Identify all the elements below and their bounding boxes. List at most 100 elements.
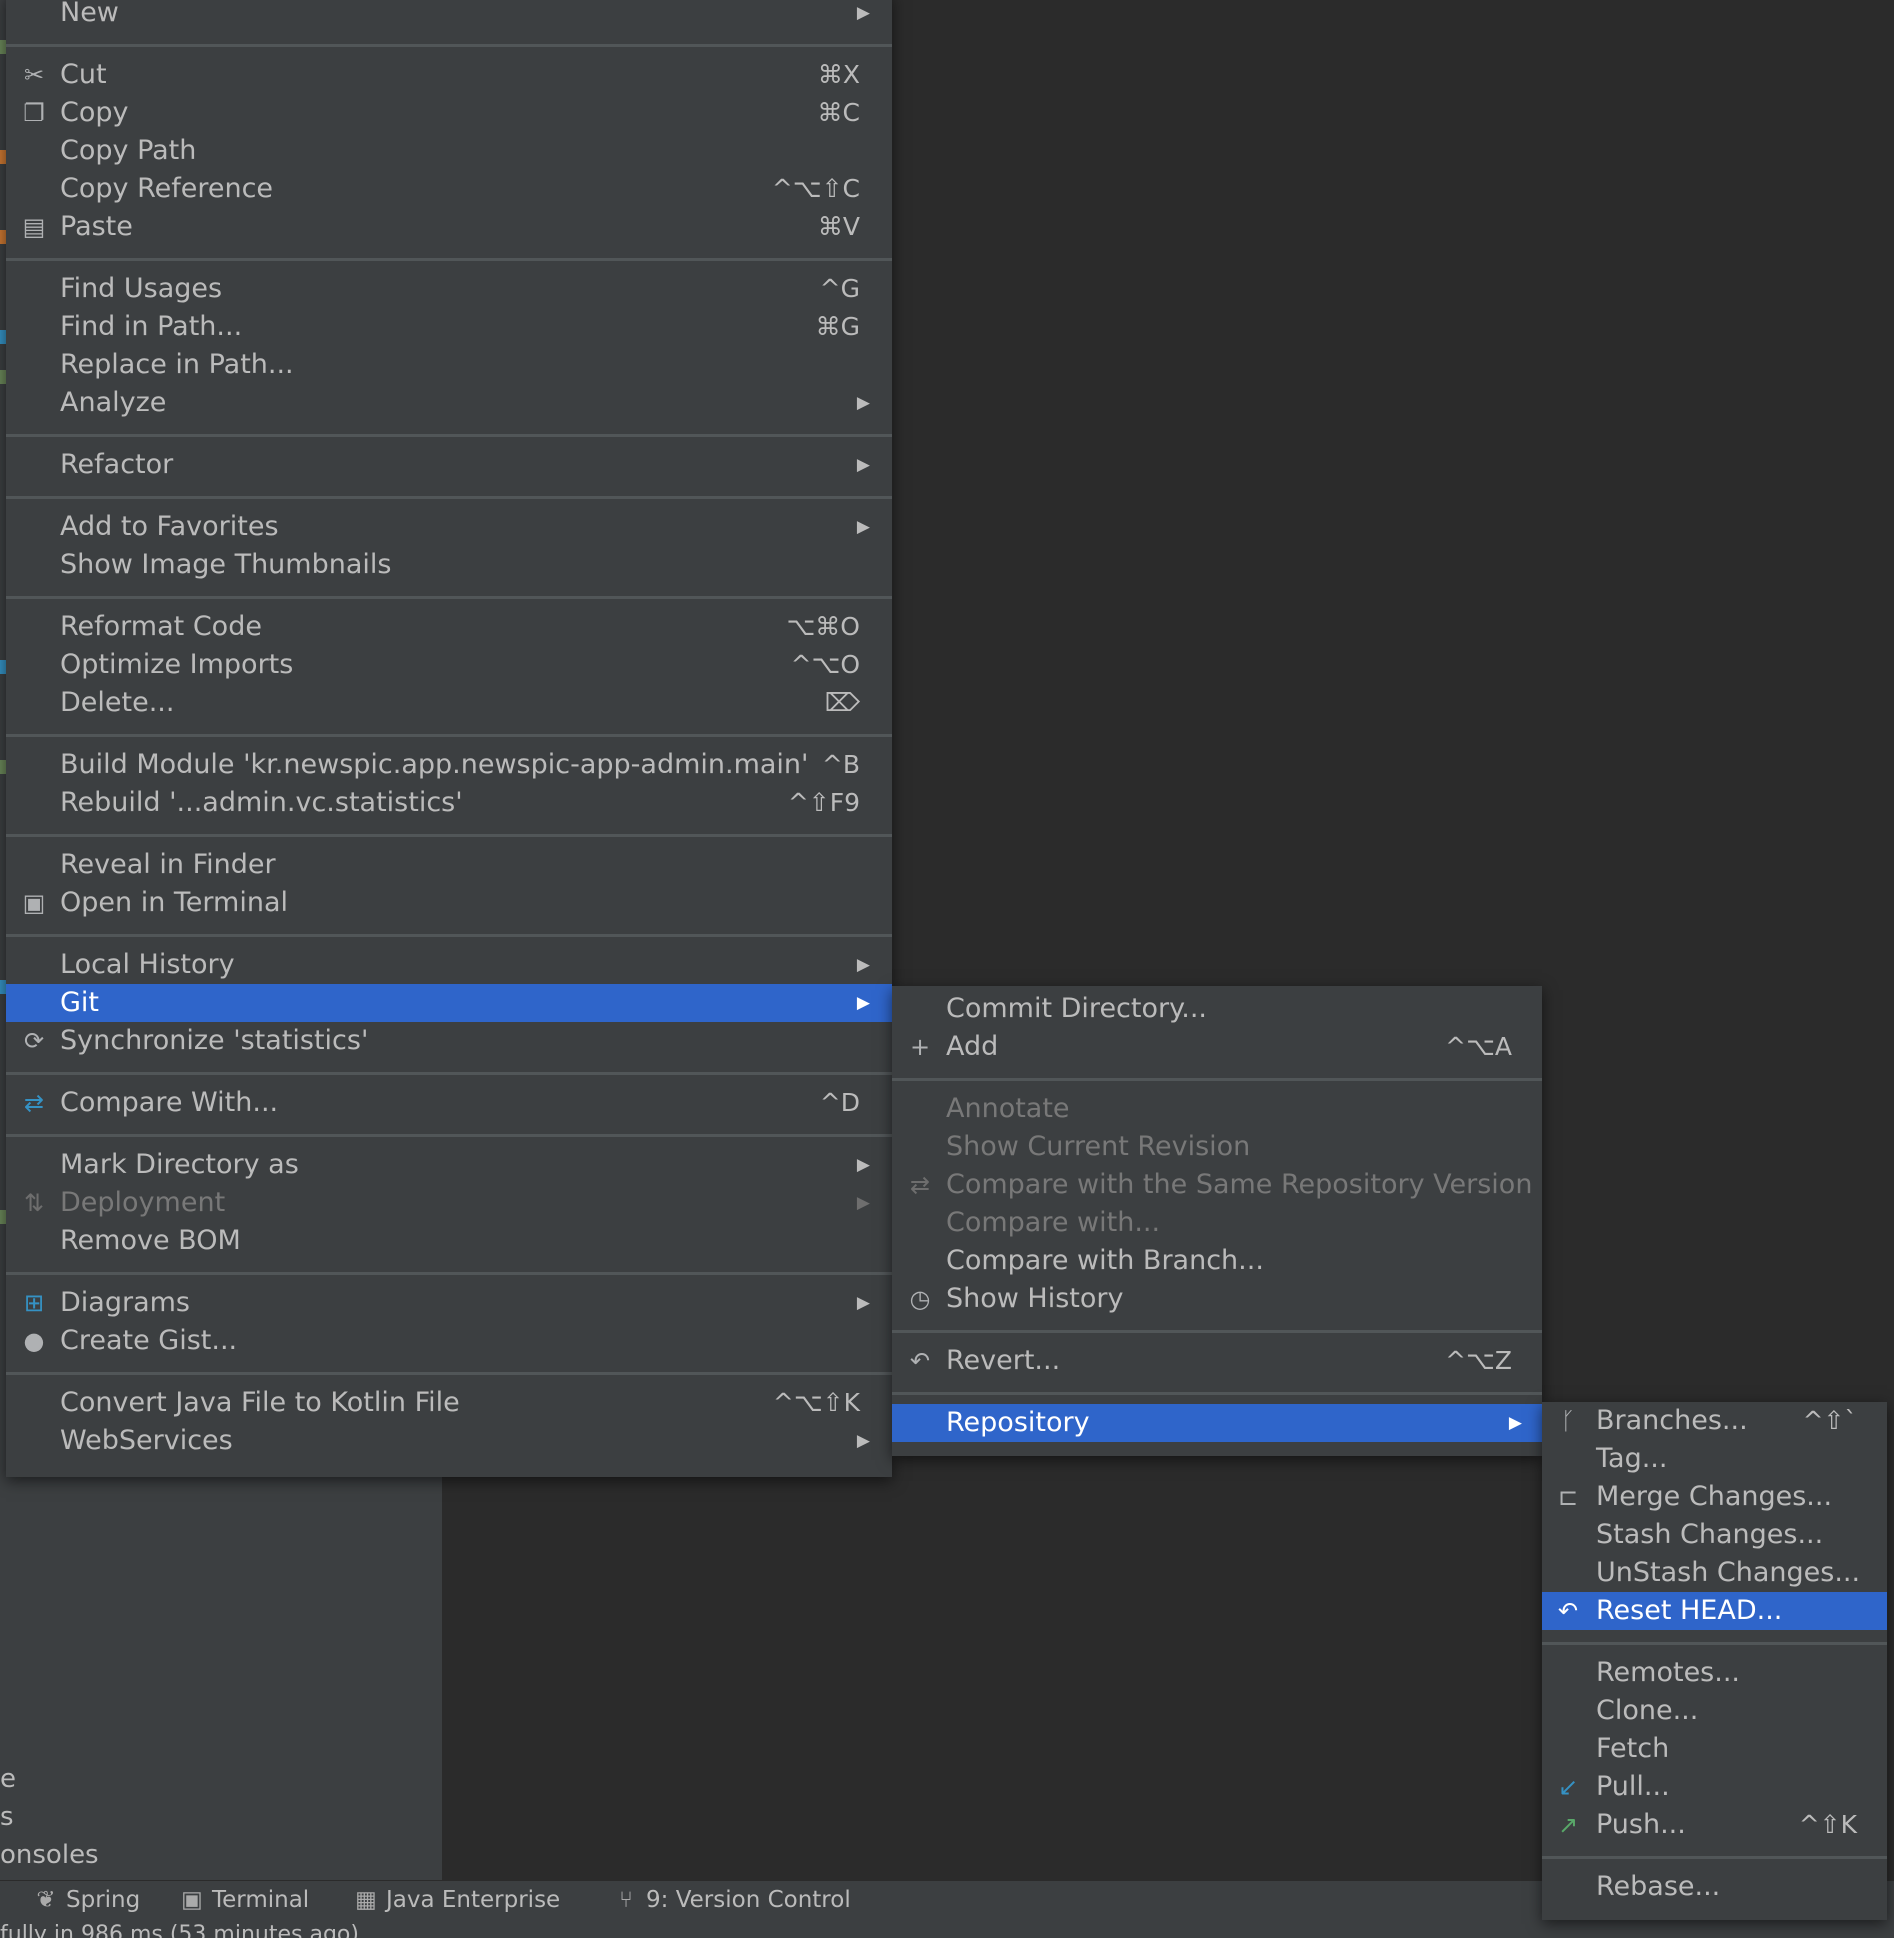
tool-window-version-control[interactable]: ⑂ 9: Version Control bbox=[614, 1881, 851, 1919]
menu-item-find-usages[interactable]: Find Usages ^G bbox=[6, 270, 892, 308]
menu-item-optimize-imports[interactable]: Optimize Imports ^⌥O bbox=[6, 646, 892, 684]
menu-item-label: Git bbox=[60, 987, 100, 1018]
menu-item-label: Build Module 'kr.newspic.app.newspic-app… bbox=[60, 749, 809, 780]
menu-item-label: Deployment bbox=[60, 1187, 226, 1218]
java-enterprise-icon: ▦ bbox=[355, 1887, 377, 1913]
branch-icon: ᚴ bbox=[1560, 1407, 1576, 1435]
menu-item-repository[interactable]: Repository ▶ bbox=[892, 1404, 1542, 1442]
menu-item-remotes[interactable]: Remotes... bbox=[1542, 1654, 1887, 1692]
submenu-arrow-icon: ▶ bbox=[856, 455, 870, 475]
menu-item-stash-changes[interactable]: Stash Changes... bbox=[1542, 1516, 1887, 1554]
menu-item-compare-with-branch[interactable]: Compare with Branch... bbox=[892, 1242, 1542, 1280]
menu-item-git[interactable]: Git ▶ bbox=[6, 984, 892, 1022]
tool-window-terminal[interactable]: ▣ Terminal bbox=[180, 1881, 309, 1919]
menu-item-rebuild[interactable]: Rebuild '...admin.vc.statistics' ^⇧F9 bbox=[6, 784, 892, 822]
menu-item-label: New bbox=[60, 0, 119, 28]
menu-separator bbox=[6, 834, 892, 837]
menu-item-remove-bom[interactable]: Remove BOM bbox=[6, 1222, 892, 1260]
menu-item-rebase[interactable]: Rebase... bbox=[1542, 1868, 1887, 1906]
reset-icon: ↶ bbox=[1557, 1597, 1579, 1625]
menu-item-replace-in-path[interactable]: Replace in Path... bbox=[6, 346, 892, 384]
menu-item-branches[interactable]: ᚴ Branches... ^⇧` bbox=[1542, 1402, 1887, 1440]
menu-item-shortcut: ^⌥O bbox=[790, 650, 860, 679]
menu-item-compare-with[interactable]: ⇄ Compare With... ^D bbox=[6, 1084, 892, 1122]
menu-item-label: Pull... bbox=[1596, 1771, 1670, 1802]
menu-item-label: Tag... bbox=[1596, 1443, 1668, 1474]
menu-item-clone[interactable]: Clone... bbox=[1542, 1692, 1887, 1730]
menu-item-unstash-changes[interactable]: UnStash Changes... bbox=[1542, 1554, 1887, 1592]
menu-item-build-module[interactable]: Build Module 'kr.newspic.app.newspic-app… bbox=[6, 746, 892, 784]
menu-item-find-in-path[interactable]: Find in Path... ⌘G bbox=[6, 308, 892, 346]
menu-item-reset-head[interactable]: ↶ Reset HEAD... bbox=[1542, 1592, 1887, 1630]
menu-item-show-history[interactable]: ◷ Show History bbox=[892, 1280, 1542, 1318]
menu-item-deployment[interactable]: ⇅ Deployment ▶ bbox=[6, 1184, 892, 1222]
menu-item-cut[interactable]: ✂ Cut ⌘X bbox=[6, 56, 892, 94]
menu-item-push[interactable]: ↗ Push... ^⇧K bbox=[1542, 1806, 1887, 1844]
menu-item-pull[interactable]: ↙ Pull... bbox=[1542, 1768, 1887, 1806]
tree-fragment[interactable]: e bbox=[0, 1760, 120, 1798]
github-icon: ● bbox=[23, 1327, 45, 1355]
menu-item-label: Synchronize 'statistics' bbox=[60, 1025, 369, 1056]
menu-item-label: Repository bbox=[946, 1407, 1090, 1438]
tree-fragment[interactable]: s bbox=[0, 1798, 120, 1836]
menu-item-fetch[interactable]: Fetch bbox=[1542, 1730, 1887, 1768]
menu-item-reveal-in-finder[interactable]: Reveal in Finder bbox=[6, 846, 892, 884]
menu-item-refactor[interactable]: Refactor ▶ bbox=[6, 446, 892, 484]
menu-item-label: Add to Favorites bbox=[60, 511, 279, 542]
tool-window-java-enterprise[interactable]: ▦ Java Enterprise bbox=[354, 1881, 560, 1919]
menu-item-show-image-thumbnails[interactable]: Show Image Thumbnails bbox=[6, 546, 892, 584]
repository-submenu: ᚴ Branches... ^⇧` Tag... ⊏ Merge Changes...… bbox=[1542, 1402, 1887, 1920]
menu-item-mark-directory-as[interactable]: Mark Directory as ▶ bbox=[6, 1146, 892, 1184]
menu-item-label: Remove BOM bbox=[60, 1225, 241, 1256]
menu-item-delete[interactable]: Delete... ⌦ bbox=[6, 684, 892, 722]
menu-item-convert-to-kotlin[interactable]: Convert Java File to Kotlin File ^⌥⇧K bbox=[6, 1384, 892, 1422]
menu-item-label: Annotate bbox=[946, 1093, 1070, 1124]
menu-item-webservices[interactable]: WebServices ▶ bbox=[6, 1422, 892, 1460]
menu-item-shortcut: ⌘C bbox=[817, 98, 860, 127]
menu-item-synchronize[interactable]: ⟳ Synchronize 'statistics' bbox=[6, 1022, 892, 1060]
menu-item-shortcut: ^⇧K bbox=[1798, 1810, 1857, 1839]
status-text: fully in 986 ms (53 minutes ago) bbox=[0, 1922, 359, 1938]
menu-item-label: Copy bbox=[60, 97, 129, 128]
menu-item-label: UnStash Changes... bbox=[1596, 1557, 1861, 1588]
tool-window-spring[interactable]: ❦ Spring bbox=[34, 1881, 140, 1919]
menu-item-copy-path[interactable]: Copy Path bbox=[6, 132, 892, 170]
menu-item-compare-with[interactable]: Compare with... bbox=[892, 1204, 1542, 1242]
menu-item-copy-reference[interactable]: Copy Reference ^⌥⇧C bbox=[6, 170, 892, 208]
cut-icon: ✂ bbox=[23, 61, 45, 89]
menu-item-compare-same-repo-version[interactable]: ⇄ Compare with the Same Repository Versio… bbox=[892, 1166, 1542, 1204]
menu-item-tag[interactable]: Tag... bbox=[1542, 1440, 1887, 1478]
menu-item-label: Diagrams bbox=[60, 1287, 190, 1318]
menu-item-create-gist[interactable]: ● Create Gist... bbox=[6, 1322, 892, 1360]
menu-item-add[interactable]: + Add ^⌥A bbox=[892, 1028, 1542, 1066]
menu-item-new[interactable]: New ▶ bbox=[6, 0, 892, 32]
menu-separator bbox=[6, 434, 892, 437]
project-context-menu: New ▶ ✂ Cut ⌘X ❐ Copy ⌘C Copy Path Copy Refer… bbox=[6, 0, 892, 1477]
menu-separator bbox=[6, 44, 892, 47]
menu-item-open-in-terminal[interactable]: ▣ Open in Terminal bbox=[6, 884, 892, 922]
menu-separator bbox=[6, 934, 892, 937]
menu-item-label: Push... bbox=[1596, 1809, 1686, 1840]
menu-item-analyze[interactable]: Analyze ▶ bbox=[6, 384, 892, 422]
pull-icon: ↙ bbox=[1557, 1773, 1579, 1801]
menu-item-label: Reveal in Finder bbox=[60, 849, 276, 880]
menu-item-label: Rebuild '...admin.vc.statistics' bbox=[60, 787, 463, 818]
menu-item-local-history[interactable]: Local History ▶ bbox=[6, 946, 892, 984]
terminal-icon: ▣ bbox=[181, 1887, 203, 1913]
menu-item-diagrams[interactable]: ⊞ Diagrams ▶ bbox=[6, 1284, 892, 1322]
tree-fragment[interactable]: onsoles bbox=[0, 1836, 120, 1874]
menu-item-copy[interactable]: ❐ Copy ⌘C bbox=[6, 94, 892, 132]
menu-item-shortcut: ^⇧F9 bbox=[787, 788, 860, 817]
menu-item-revert[interactable]: ↶ Revert... ^⌥Z bbox=[892, 1342, 1542, 1380]
submenu-arrow-icon: ▶ bbox=[856, 1293, 870, 1313]
menu-item-paste[interactable]: ▤ Paste ⌘V bbox=[6, 208, 892, 246]
menu-item-reformat-code[interactable]: Reformat Code ⌥⌘O bbox=[6, 608, 892, 646]
menu-item-show-current-revision[interactable]: Show Current Revision bbox=[892, 1128, 1542, 1166]
menu-item-label: Fetch bbox=[1596, 1733, 1670, 1764]
menu-item-merge-changes[interactable]: ⊏ Merge Changes... bbox=[1542, 1478, 1887, 1516]
menu-item-add-to-favorites[interactable]: Add to Favorites ▶ bbox=[6, 508, 892, 546]
menu-item-commit-directory[interactable]: Commit Directory... bbox=[892, 990, 1542, 1028]
menu-item-annotate[interactable]: Annotate bbox=[892, 1090, 1542, 1128]
blank-icon bbox=[18, 0, 50, 32]
project-tree-fragments: e s onsoles bbox=[0, 1760, 120, 1874]
